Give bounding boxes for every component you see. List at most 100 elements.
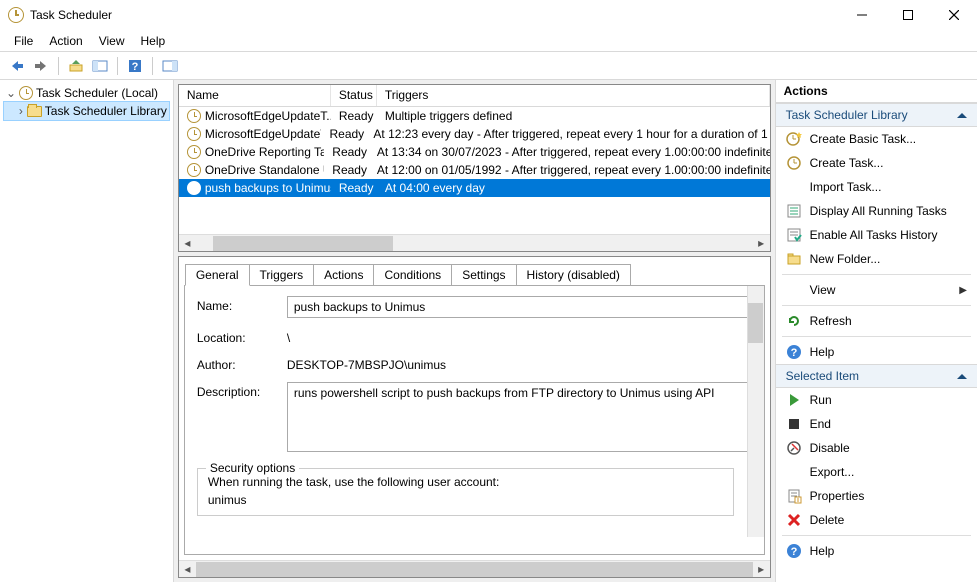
action-disable[interactable]: Disable [776,436,977,460]
forward-button[interactable] [30,55,52,77]
task-row[interactable]: MicrosoftEdgeUpdateT...ReadyMultiple tri… [179,107,770,125]
action-properties[interactable]: Properties [776,484,977,508]
task-details: GeneralTriggersActionsConditionsSettings… [178,256,771,578]
show-hide-action-pane-button[interactable] [159,55,181,77]
action-label: Help [810,544,835,558]
action-create-task[interactable]: Create Task... [776,151,977,175]
collapse-icon[interactable] [957,113,967,118]
tab-history-disabled-[interactable]: History (disabled) [516,264,631,286]
action-label: Display All Running Tasks [810,204,947,218]
location-value: \ [287,328,290,345]
task-name: OneDrive Reporting Tas... [205,145,324,159]
menu-view[interactable]: View [91,32,133,50]
folder-icon [27,106,42,117]
minimize-button[interactable] [839,0,885,30]
action-label: Create Basic Task... [810,132,917,146]
tree-root[interactable]: ⌄ Task Scheduler (Local) [4,84,169,102]
actions-group-library[interactable]: Task Scheduler Library [776,103,977,127]
action-delete[interactable]: Delete [776,508,977,532]
clock-star-icon [786,131,802,147]
actions-group-selected[interactable]: Selected Item [776,364,977,388]
scroll-left-icon[interactable]: ◂ [179,235,196,252]
col-header-triggers[interactable]: Triggers [377,85,770,106]
action-run[interactable]: Run [776,388,977,412]
task-row[interactable]: push backups to UnimusReadyAt 04:00 ever… [179,179,770,197]
tab-triggers[interactable]: Triggers [249,264,315,286]
tab-conditions[interactable]: Conditions [373,264,452,286]
task-name: OneDrive Standalone U... [205,163,324,177]
menu-file[interactable]: File [6,32,41,50]
action-view[interactable]: View▶ [776,278,977,302]
scroll-thumb[interactable] [213,236,393,251]
clock-icon [187,109,201,123]
task-triggers: At 13:34 on 30/07/2023 - After triggered… [369,145,770,159]
clock-icon [187,127,201,141]
clock-icon [187,181,201,195]
expander-icon[interactable]: › [18,104,24,118]
name-field[interactable]: push backups to Unimus [287,296,752,318]
task-status: Ready [324,163,369,177]
security-text: When running the task, use the following… [208,475,723,489]
security-options-group: Security options When running the task, … [197,468,734,516]
help-button[interactable]: ? [124,55,146,77]
action-export[interactable]: Export... [776,460,977,484]
menu-action[interactable]: Action [41,32,90,50]
blank-icon [786,464,802,480]
task-triggers: At 12:23 every day - After triggered, re… [365,127,769,141]
action-label: View [810,283,836,297]
menu-help[interactable]: Help [133,32,174,50]
description-field[interactable]: runs powershell script to push backups f… [287,382,752,452]
window-title: Task Scheduler [30,8,112,22]
action-enable-all-tasks-history[interactable]: Enable All Tasks History [776,223,977,247]
action-display-all-running-tasks[interactable]: Display All Running Tasks [776,199,977,223]
tab-settings[interactable]: Settings [451,264,516,286]
task-row[interactable]: OneDrive Reporting Tas...ReadyAt 13:34 o… [179,143,770,161]
up-button[interactable] [65,55,87,77]
show-hide-console-tree-button[interactable] [89,55,111,77]
back-button[interactable] [6,55,28,77]
task-row[interactable]: MicrosoftEdgeUpdateT...ReadyAt 12:23 eve… [179,125,770,143]
clock-icon [786,155,802,171]
center-pane: Name Status Triggers MicrosoftEdgeUpdate… [174,80,775,582]
action-create-basic-task[interactable]: Create Basic Task... [776,127,977,151]
security-user: unimus [208,493,723,507]
separator [782,336,971,337]
title-bar: Task Scheduler [0,0,977,30]
action-end[interactable]: End [776,412,977,436]
help-icon: ? [786,543,802,559]
col-header-name[interactable]: Name [179,85,331,106]
action-new-folder[interactable]: New Folder... [776,247,977,271]
actions-group-library-label: Task Scheduler Library [786,108,908,122]
expander-icon[interactable]: ⌄ [6,86,16,100]
close-button[interactable] [931,0,977,30]
play-icon [786,392,802,408]
scroll-right-icon[interactable]: ▸ [753,561,770,578]
tree-pane: ⌄ Task Scheduler (Local) › Task Schedule… [0,80,174,582]
tab-actions[interactable]: Actions [313,264,374,286]
maximize-button[interactable] [885,0,931,30]
task-list-hscroll[interactable]: ◂ ▸ [179,234,770,251]
delete-icon [786,512,802,528]
scroll-right-icon[interactable]: ▸ [753,235,770,252]
scroll-thumb[interactable] [196,562,753,577]
action-label: Run [810,393,832,407]
tree-task-library[interactable]: › Task Scheduler Library [4,102,169,120]
actions-title: Actions [776,80,977,103]
tab-general[interactable]: General [185,264,250,286]
action-import-task[interactable]: Import Task... [776,175,977,199]
details-vscroll[interactable] [747,286,764,537]
details-hscroll[interactable]: ◂ ▸ [179,560,770,577]
task-status: Ready [324,145,369,159]
scroll-left-icon[interactable]: ◂ [179,561,196,578]
action-refresh[interactable]: Refresh [776,309,977,333]
menu-bar: File Action View Help [0,30,977,52]
task-list: Name Status Triggers MicrosoftEdgeUpdate… [178,84,771,252]
action-help[interactable]: ? Help [776,539,977,563]
action-label: Enable All Tasks History [810,228,938,242]
collapse-icon[interactable] [957,374,967,379]
task-row[interactable]: OneDrive Standalone U...ReadyAt 12:00 on… [179,161,770,179]
action-label: Refresh [810,314,852,328]
col-header-status[interactable]: Status [331,85,377,106]
action-help[interactable]: ?Help [776,340,977,364]
action-label: End [810,417,831,431]
